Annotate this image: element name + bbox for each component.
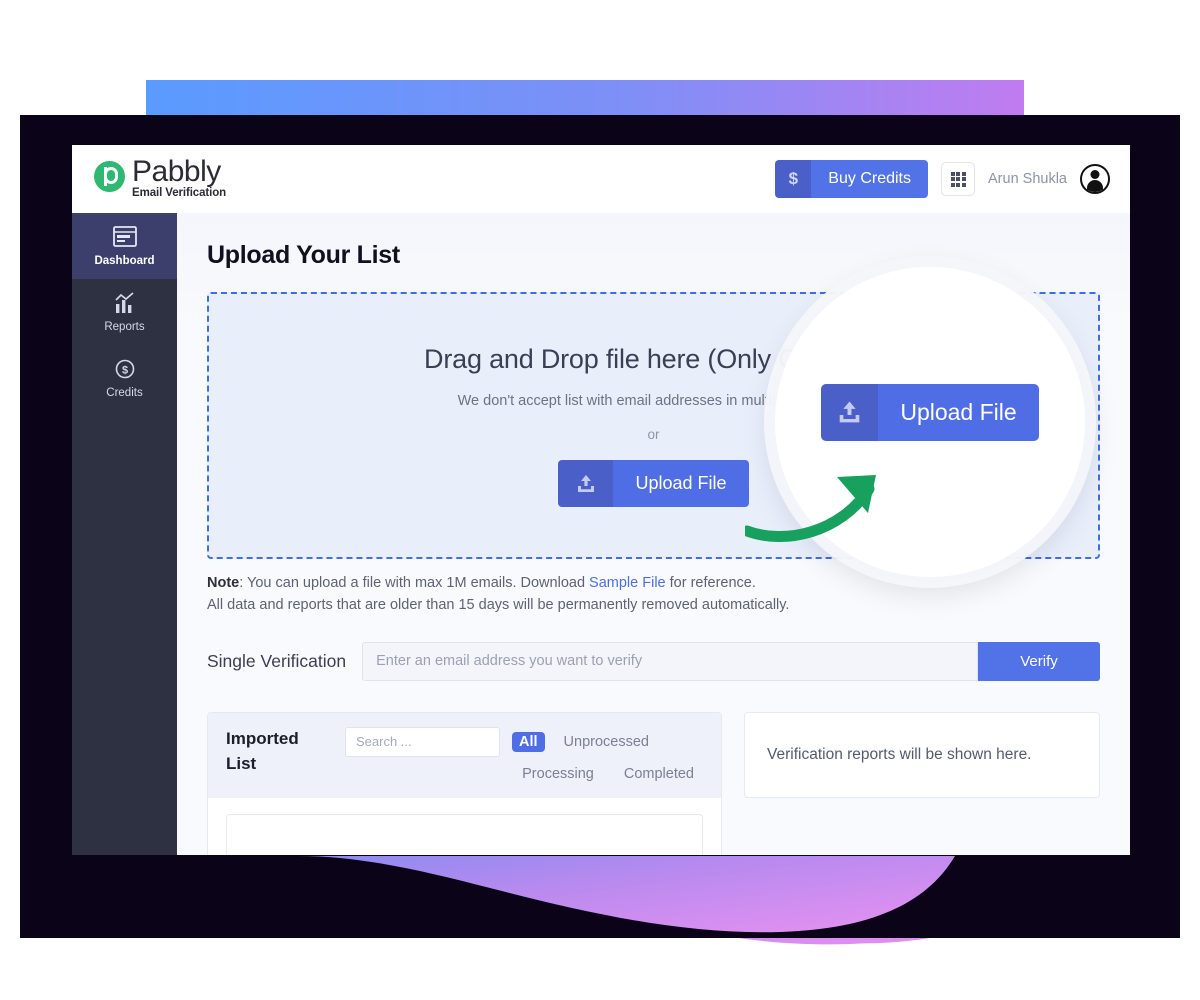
- imported-list-panel: Imported List All Unprocessed Processing…: [207, 711, 722, 855]
- buy-credits-label: Buy Credits: [811, 160, 928, 198]
- dropzone-or-label: or: [647, 427, 660, 442]
- magnified-upload-file-label: Upload File: [878, 383, 1039, 441]
- reports-empty-text: Verification reports will be shown here.: [767, 745, 1032, 763]
- verify-button[interactable]: Verify: [978, 641, 1100, 681]
- reports-panel: Verification reports will be shown here.: [744, 711, 1100, 798]
- brand-subtitle: Email Verification: [132, 186, 227, 199]
- sidebar-item-label: Reports: [104, 321, 145, 333]
- upload-file-button[interactable]: Upload File: [558, 460, 749, 507]
- magnifier-callout: Upload File: [745, 267, 1085, 577]
- page-title: Upload Your List: [207, 241, 400, 269]
- single-verification-label: Single Verification: [207, 650, 347, 671]
- filter-chip-completed[interactable]: Completed: [617, 764, 701, 784]
- single-verification-row: Single Verification Verify: [207, 641, 1100, 681]
- sidebar: Dashboard Reports $ Credits: [72, 213, 177, 855]
- magnified-upload-file-button[interactable]: Upload File: [821, 383, 1039, 441]
- dollar-coin-icon: $: [115, 359, 134, 379]
- note-line2: All data and reports that are older than…: [207, 597, 790, 614]
- sidebar-item-reports[interactable]: Reports: [72, 279, 177, 345]
- filter-chip-unprocessed[interactable]: Unprocessed: [557, 732, 656, 752]
- grid-apps-icon[interactable]: [941, 162, 975, 196]
- filter-chip-processing[interactable]: Processing: [515, 764, 601, 784]
- sidebar-item-dashboard[interactable]: Dashboard: [72, 213, 177, 279]
- svg-text:$: $: [121, 364, 127, 376]
- sidebar-item-label: Credits: [106, 387, 143, 399]
- sidebar-item-label: Dashboard: [94, 255, 155, 267]
- imported-list-title: Imported List: [226, 728, 299, 773]
- imported-list-body: [208, 798, 721, 855]
- dashboard-window-icon: [112, 226, 137, 247]
- upload-note: Note: You can upload a file with max 1M …: [207, 572, 1100, 617]
- dollar-icon: $: [775, 160, 812, 198]
- upload-file-label: Upload File: [613, 460, 749, 507]
- upload-icon: [821, 383, 879, 441]
- app-header: Pabbly Email Verification $ Buy Credits …: [72, 145, 1130, 213]
- brand-name: Pabbly: [132, 154, 221, 188]
- search-input[interactable]: [345, 726, 500, 757]
- brand-logo[interactable]: Pabbly Email Verification: [94, 154, 227, 200]
- user-avatar-icon[interactable]: [1080, 164, 1110, 194]
- user-name: Arun Shukla: [988, 171, 1067, 187]
- bar-chart-icon: [114, 292, 134, 313]
- list-item[interactable]: [226, 813, 703, 855]
- bottom-panels: Imported List All Unprocessed Processing…: [207, 711, 1100, 855]
- single-verification-input[interactable]: [362, 641, 978, 681]
- sample-file-link[interactable]: Sample File: [589, 575, 666, 591]
- imported-list-header: Imported List All Unprocessed Processing…: [208, 712, 721, 798]
- sidebar-item-credits[interactable]: $ Credits: [72, 345, 177, 411]
- buy-credits-button[interactable]: $ Buy Credits: [775, 160, 928, 198]
- pabbly-p-logo-icon: [94, 160, 125, 192]
- upload-icon: [558, 460, 614, 507]
- note-line1-before: : You can upload a file with max 1M emai…: [239, 575, 590, 591]
- note-line1-after: for reference.: [665, 575, 756, 591]
- note-prefix: Note: [207, 575, 240, 591]
- header-actions: $ Buy Credits Arun Shukla: [775, 160, 1110, 198]
- filter-chip-all[interactable]: All: [512, 731, 545, 752]
